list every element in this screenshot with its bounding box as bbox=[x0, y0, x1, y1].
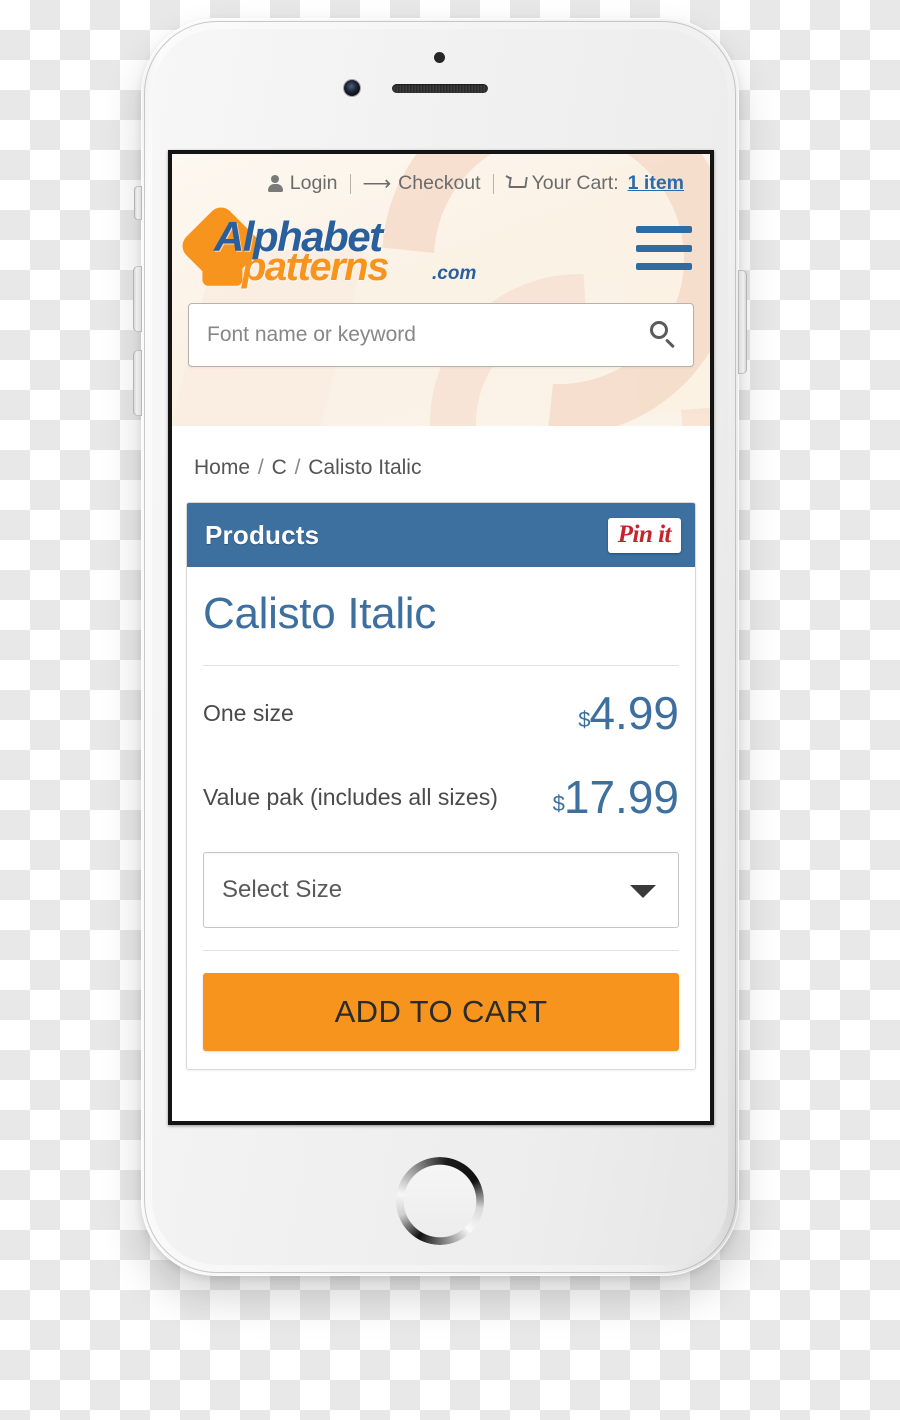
phone-screen-bezel: Login ⟶ Checkout Your Cart: 1 item Alpha… bbox=[168, 150, 714, 1125]
product-card-body: Calisto Italic One size $4.99 Value pak … bbox=[187, 567, 695, 1069]
phone-screen: Login ⟶ Checkout Your Cart: 1 item Alpha… bbox=[172, 154, 710, 1121]
cart-link[interactable]: Your Cart: 1 item bbox=[494, 172, 696, 195]
products-heading: Products bbox=[205, 519, 320, 550]
user-icon bbox=[267, 175, 283, 192]
logo-word-tld: .com bbox=[432, 263, 477, 284]
size-select-value: Select Size bbox=[222, 876, 343, 903]
price-value: $4.99 bbox=[578, 690, 679, 736]
proximity-sensor-icon bbox=[434, 52, 445, 63]
size-select-wrapper: Select Size bbox=[203, 852, 679, 951]
cart-label: Your Cart: bbox=[531, 172, 619, 194]
price-label: One size bbox=[203, 699, 294, 726]
price-label: Value pak (includes all sizes) bbox=[203, 783, 498, 810]
search-box[interactable] bbox=[188, 303, 694, 367]
top-utility-nav: Login ⟶ Checkout Your Cart: 1 item bbox=[172, 154, 710, 195]
price-amount: 17.99 bbox=[563, 771, 679, 823]
add-to-cart-wrapper: ADD TO CART bbox=[203, 951, 679, 1069]
page-body: Home / C / Calisto Italic Products Pin i… bbox=[172, 426, 710, 1070]
breadcrumb-separator: / bbox=[257, 456, 264, 479]
shopping-cart-icon bbox=[506, 175, 525, 192]
checkout-link[interactable]: ⟶ Checkout bbox=[351, 172, 493, 195]
login-label: Login bbox=[289, 172, 338, 194]
login-link[interactable]: Login bbox=[256, 172, 350, 195]
hamburger-bar bbox=[636, 226, 692, 233]
volume-down-button[interactable] bbox=[133, 350, 142, 416]
volume-up-button[interactable] bbox=[133, 266, 142, 332]
home-button-ring-icon bbox=[396, 1157, 484, 1245]
breadcrumb-item-current: Calisto Italic bbox=[308, 456, 422, 479]
search-bar bbox=[188, 303, 694, 367]
breadcrumb-item-c[interactable]: C bbox=[272, 456, 287, 479]
pinterest-pin-it-button[interactable]: Pin it bbox=[607, 517, 681, 553]
logo-word-patterns: patterns bbox=[242, 245, 389, 289]
size-select[interactable]: Select Size bbox=[203, 852, 679, 928]
price-value: $17.99 bbox=[553, 774, 679, 820]
product-title: Calisto Italic bbox=[203, 567, 679, 666]
power-button[interactable] bbox=[738, 270, 747, 374]
price-row-one-size: One size $4.99 bbox=[203, 666, 679, 750]
hamburger-bar bbox=[636, 244, 692, 252]
site-logo[interactable]: Alphabet patterns .com bbox=[177, 202, 488, 290]
home-button[interactable] bbox=[396, 1157, 484, 1245]
hamburger-bar bbox=[636, 263, 692, 270]
earpiece-speaker-icon bbox=[392, 84, 488, 93]
breadcrumb-item-home[interactable]: Home bbox=[194, 456, 250, 479]
add-to-cart-button[interactable]: ADD TO CART bbox=[203, 973, 679, 1051]
product-card: Products Pin it Calisto Italic One size … bbox=[186, 502, 696, 1070]
arrow-right-icon: ⟶ bbox=[362, 172, 392, 195]
price-row-value-pak: Value pak (includes all sizes) $17.99 bbox=[203, 750, 679, 834]
search-icon[interactable] bbox=[649, 321, 677, 349]
front-camera-icon bbox=[344, 80, 360, 96]
chevron-down-icon bbox=[630, 885, 656, 898]
breadcrumb: Home / C / Calisto Italic bbox=[186, 426, 696, 502]
breadcrumb-separator: / bbox=[294, 456, 301, 479]
product-card-header: Products Pin it bbox=[187, 503, 695, 567]
cart-item-count[interactable]: 1 item bbox=[628, 172, 684, 195]
silent-switch-button[interactable] bbox=[134, 186, 142, 220]
search-input[interactable] bbox=[205, 322, 649, 348]
price-amount: 4.99 bbox=[589, 687, 679, 739]
logo-row: Alphabet patterns .com bbox=[172, 195, 710, 290]
site-header: Login ⟶ Checkout Your Cart: 1 item Alpha… bbox=[172, 154, 710, 426]
pin-it-label: Pin it bbox=[617, 520, 672, 548]
hamburger-menu-icon[interactable] bbox=[636, 226, 692, 270]
checkout-label: Checkout bbox=[398, 172, 481, 194]
